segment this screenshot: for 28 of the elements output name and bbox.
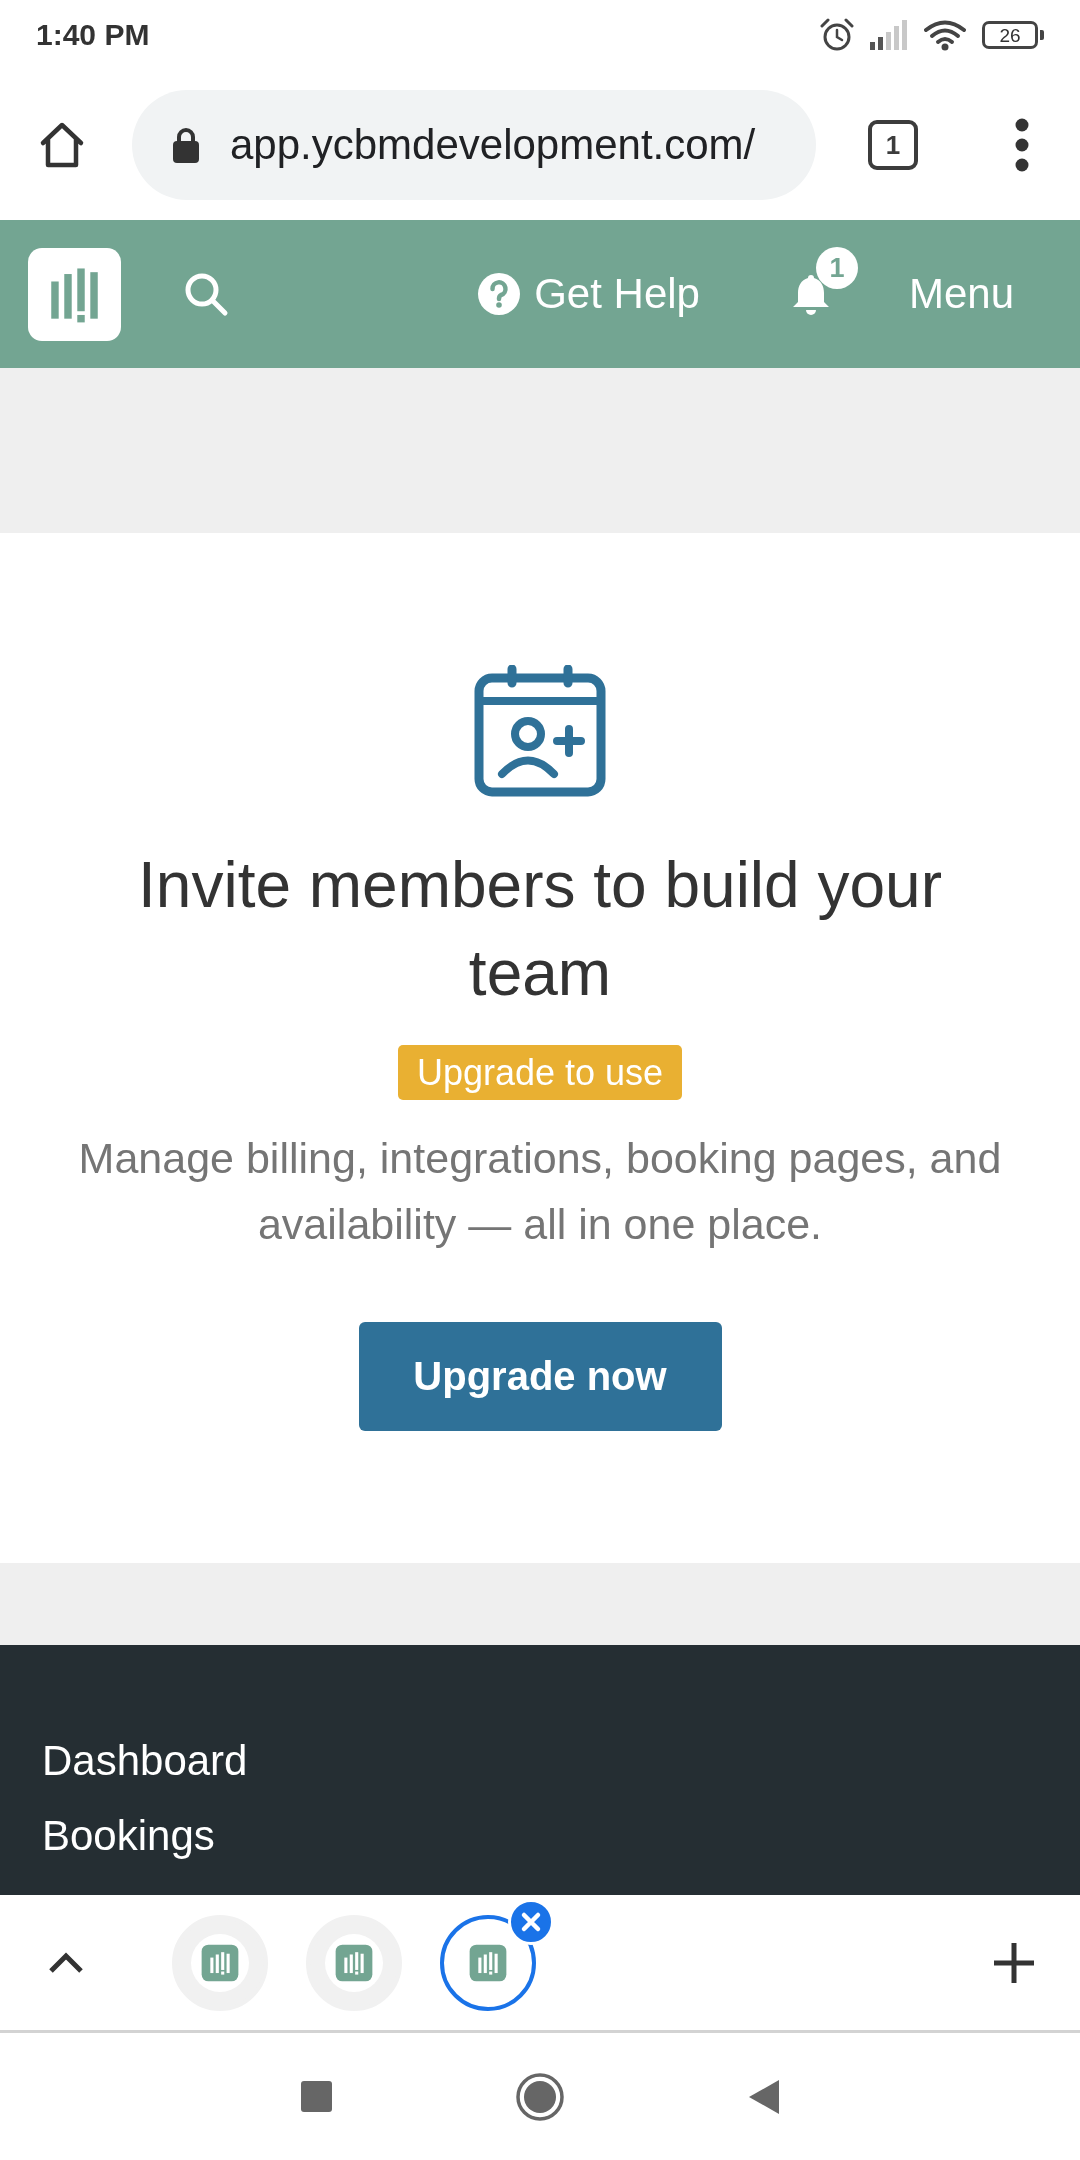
signal-icon [870, 20, 908, 50]
home-icon[interactable] [38, 121, 86, 169]
plus-icon[interactable] [992, 1940, 1036, 1985]
lock-icon [172, 127, 200, 163]
search-icon[interactable] [183, 271, 229, 317]
tab-count-button[interactable]: 1 [868, 120, 918, 170]
chevron-up-icon[interactable] [48, 1951, 84, 1974]
address-bar[interactable]: app.ycbmdevelopment.com/ [132, 90, 816, 200]
home-circle-icon[interactable] [516, 2072, 564, 2121]
help-icon [478, 273, 521, 315]
battery-percentage: 26 [999, 25, 1021, 45]
upgrade-badge: Upgrade to use [397, 1045, 683, 1100]
bars-favicon-icon [325, 1933, 383, 1992]
bars-logo-icon[interactable] [28, 247, 121, 341]
status-time: 1:40 PM [36, 18, 150, 52]
notification-badge: 1 [815, 247, 858, 289]
back-triangle-icon[interactable] [748, 2078, 779, 2115]
upsell-heading: Invite members to build your team [137, 848, 943, 1011]
alarm-clock-icon [820, 18, 854, 52]
calendar-add-user-icon [474, 665, 606, 797]
upsell-description: Manage billing, integrations, booking pages, and availability — all in one place. [77, 1133, 1003, 1250]
url-text: app.ycbmdevelopment.com/ [230, 121, 756, 169]
more-menu-icon[interactable] [1014, 118, 1030, 172]
upgrade-now-button[interactable]: Upgrade now [358, 1322, 722, 1431]
bars-favicon-icon [191, 1933, 249, 1992]
footer-link[interactable]: Bookings [42, 1798, 215, 1873]
footer-link[interactable]: Dashboard [42, 1723, 248, 1798]
wifi-icon [924, 19, 966, 51]
